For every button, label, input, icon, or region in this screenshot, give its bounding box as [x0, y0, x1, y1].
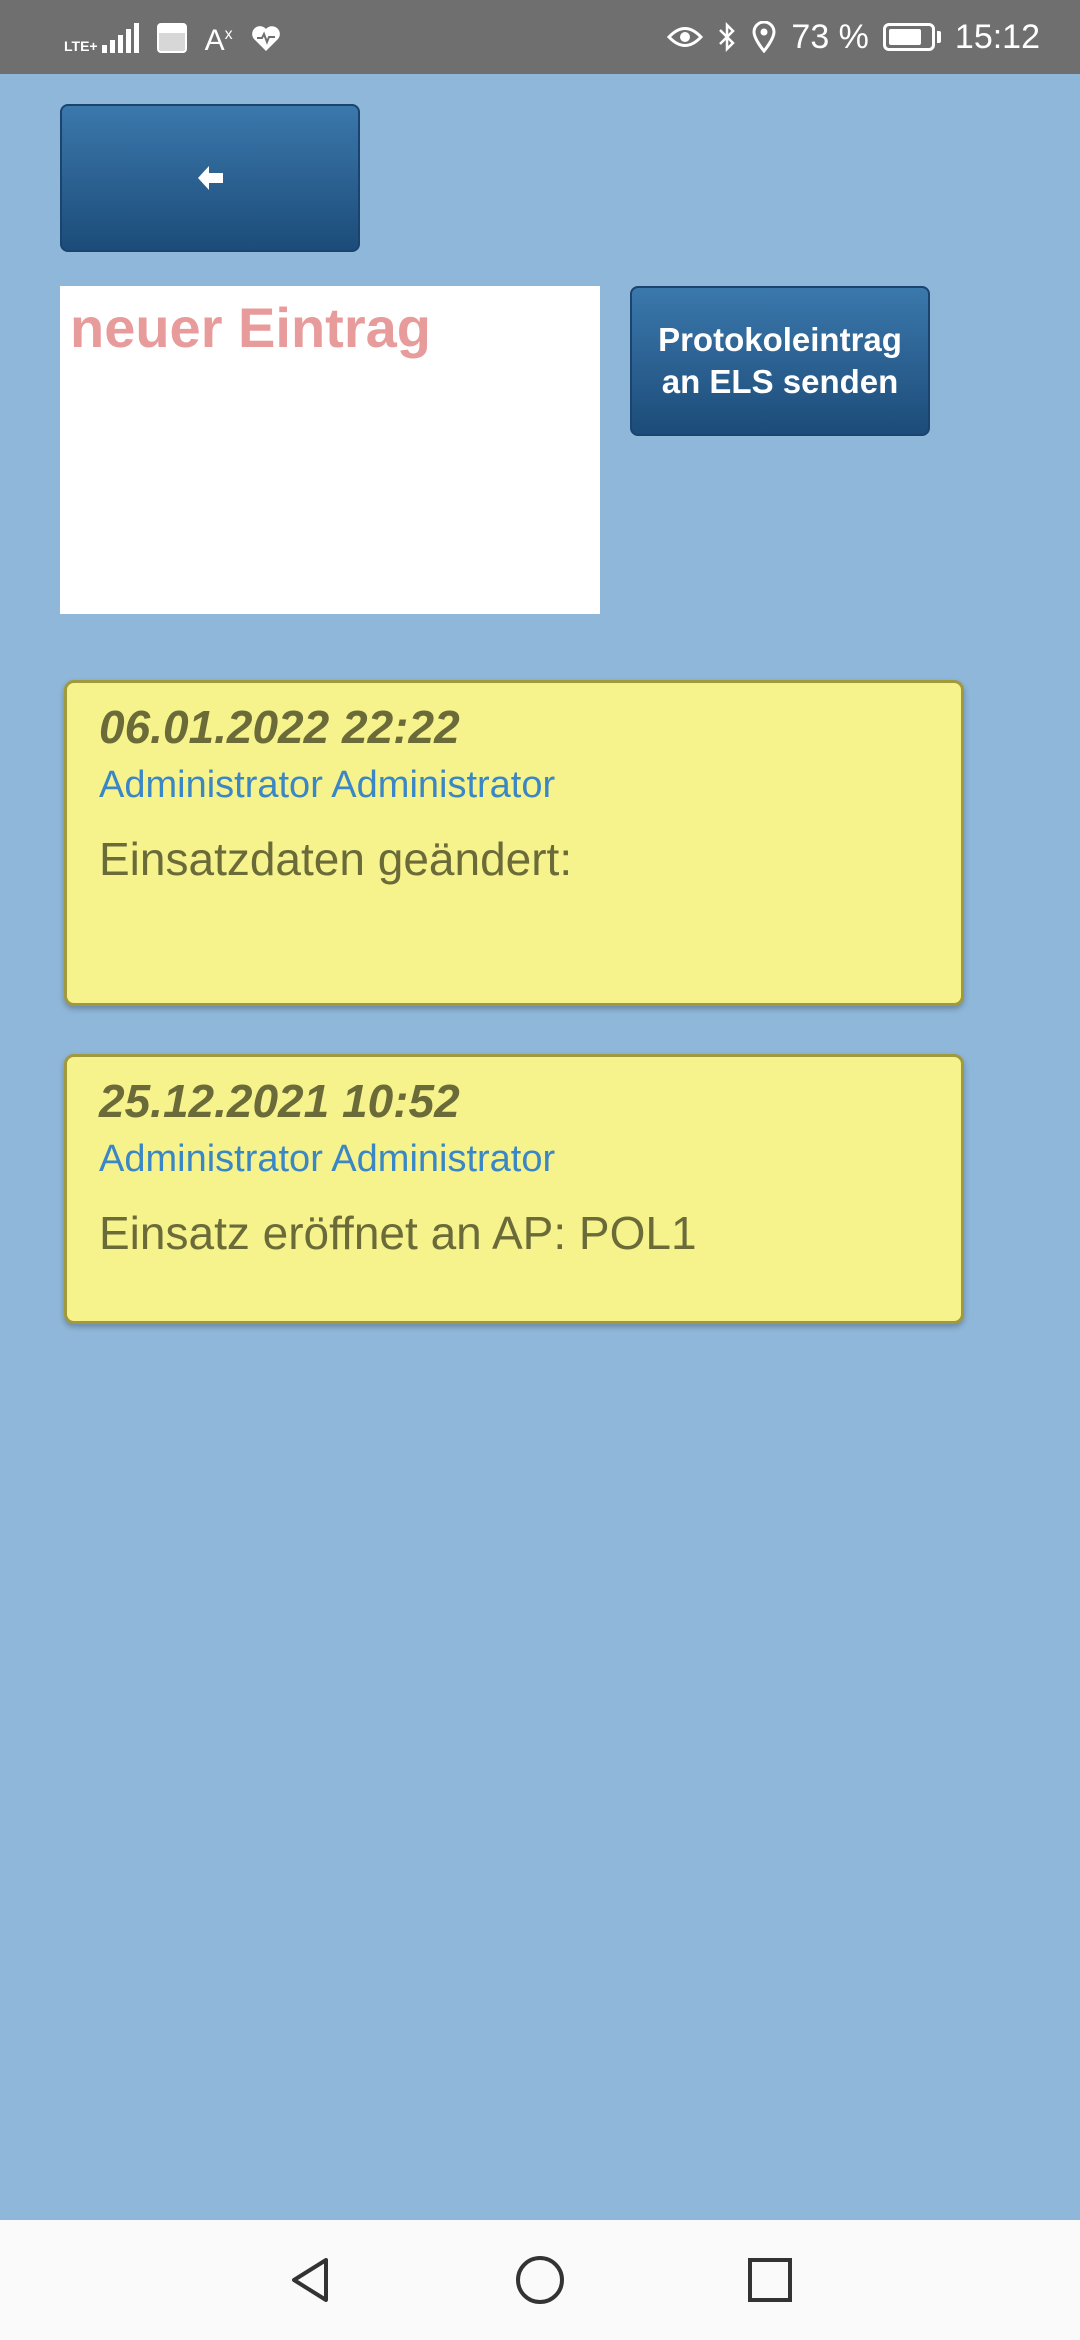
- calendar-icon: [156, 23, 187, 53]
- nav-home-icon: [516, 2256, 564, 2304]
- new-entry-field[interactable]: neuer Eintrag: [60, 286, 600, 614]
- nav-recent-button[interactable]: [742, 2252, 798, 2308]
- accessibility-icon: Ax: [204, 24, 233, 57]
- navigation-bar: [0, 2220, 1080, 2340]
- log-entry-date: 06.01.2022 22:22: [99, 701, 460, 753]
- eye-icon: [667, 27, 704, 47]
- bluetooth-icon: [719, 21, 736, 53]
- log-entry: 25.12.2021 10:52 Administrator Administr…: [64, 1054, 964, 1324]
- accessibility-label: A: [204, 24, 225, 57]
- nav-back-icon: [292, 2258, 328, 2302]
- arrow-left-icon: [198, 166, 223, 190]
- status-time: 15:12: [954, 17, 1040, 56]
- log-entry-author: Administrator Administrator: [99, 764, 556, 806]
- nav-home-button[interactable]: [512, 2252, 568, 2308]
- signal-icon: [101, 23, 139, 53]
- battery-icon: [882, 23, 941, 51]
- status-left: LTE+ Ax: [64, 16, 281, 60]
- lte-icon: LTE+: [64, 23, 139, 53]
- send-to-els-label: Protokoleintrag an ELS senden: [658, 321, 902, 400]
- battery-percent: 73 %: [791, 17, 869, 56]
- status-bar: LTE+ Ax 73 % 15:12: [0, 0, 1080, 74]
- log-entry: 06.01.2022 22:22 Administrator Administr…: [64, 680, 964, 1006]
- location-icon: [752, 21, 776, 53]
- log-entry-text: Einsatz eröffnet an AP: POL1: [99, 1207, 697, 1259]
- nav-back-button[interactable]: [282, 2252, 338, 2308]
- app-content: neuer Eintrag Protokoleintrag an ELS sen…: [0, 74, 1080, 2220]
- send-to-els-button[interactable]: Protokoleintrag an ELS senden: [630, 286, 930, 436]
- new-entry-placeholder: neuer Eintrag: [70, 296, 431, 359]
- network-type: LTE+: [64, 38, 98, 54]
- log-entry-text: Einsatzdaten geändert:: [99, 833, 573, 885]
- nav-recent-icon: [748, 2258, 792, 2302]
- status-right: 73 % 15:12: [667, 14, 1040, 60]
- back-button[interactable]: [60, 104, 360, 252]
- health-icon: [251, 26, 280, 51]
- log-entry-date: 25.12.2021 10:52: [99, 1075, 460, 1127]
- log-entry-author: Administrator Administrator: [99, 1138, 556, 1180]
